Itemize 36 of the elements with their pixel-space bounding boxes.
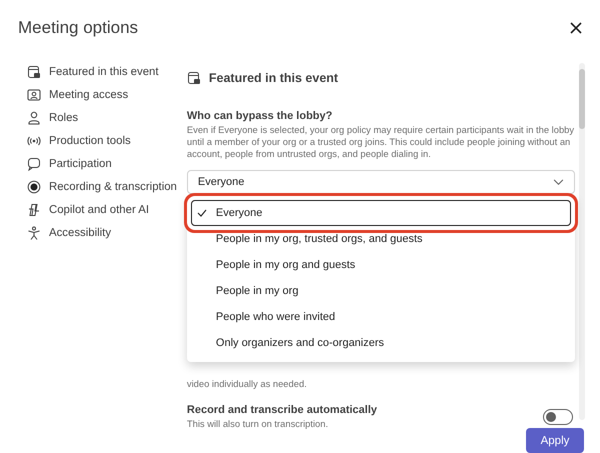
section-heading: Featured in this event bbox=[208, 71, 338, 85]
sidebar-item[interactable]: Meeting access bbox=[27, 86, 177, 104]
lobby-description: Even if Everyone is selected, your org policy may require certain participants wait in the lobby until a member of your org or a trusted org joins. This could include people joining without an account, people from untrusted orgs, and people dialing in. bbox=[186, 124, 575, 160]
sidebar-item[interactable]: Recording & transcription bbox=[27, 178, 177, 196]
copilot-icon bbox=[27, 203, 41, 217]
scrollbar[interactable] bbox=[578, 63, 585, 420]
sidebar-item[interactable]: Copilot and other AI bbox=[27, 201, 177, 219]
sidebar-item[interactable]: Production tools bbox=[27, 132, 177, 150]
record-description: This will also turn on transcription. bbox=[186, 418, 330, 430]
apply-button[interactable]: Apply bbox=[526, 428, 584, 453]
checkmark-icon bbox=[196, 209, 207, 217]
sidebar-item[interactable]: Participation bbox=[27, 155, 177, 173]
chevron-down-icon bbox=[552, 178, 564, 186]
lobby-dropdown[interactable]: Everyone bbox=[186, 170, 575, 194]
dropdown-option[interactable]: People who were invited bbox=[190, 304, 571, 330]
sidebar-item[interactable]: Roles bbox=[27, 109, 177, 127]
dropdown-option[interactable]: People in my org, trusted orgs, and guests bbox=[190, 226, 571, 252]
broadcast-icon bbox=[27, 134, 41, 148]
dropdown-option[interactable]: Only organizers and co-organizers bbox=[190, 330, 571, 356]
record-toggle[interactable] bbox=[542, 409, 573, 425]
sidebar-item[interactable]: Featured in this event bbox=[27, 63, 177, 81]
window-title: Meeting options bbox=[18, 18, 138, 38]
close-icon[interactable] bbox=[570, 22, 582, 34]
dropdown-option[interactable]: People in my org and guests bbox=[190, 252, 571, 278]
record-label: Record and transcribe automatically bbox=[186, 404, 378, 416]
lobby-label: Who can bypass the lobby? bbox=[186, 110, 334, 122]
sidebar-item[interactable]: Accessibility bbox=[27, 224, 177, 242]
calendar-icon bbox=[27, 65, 41, 79]
video-note: video individually as needed. bbox=[186, 378, 308, 390]
calendar-icon bbox=[186, 71, 201, 85]
person-icon bbox=[27, 111, 41, 125]
record-icon bbox=[27, 180, 41, 194]
person-card-icon bbox=[27, 88, 41, 102]
dropdown-option[interactable]: People in my org bbox=[190, 278, 571, 304]
chat-bubble-icon bbox=[27, 157, 41, 171]
accessibility-icon bbox=[27, 226, 41, 240]
